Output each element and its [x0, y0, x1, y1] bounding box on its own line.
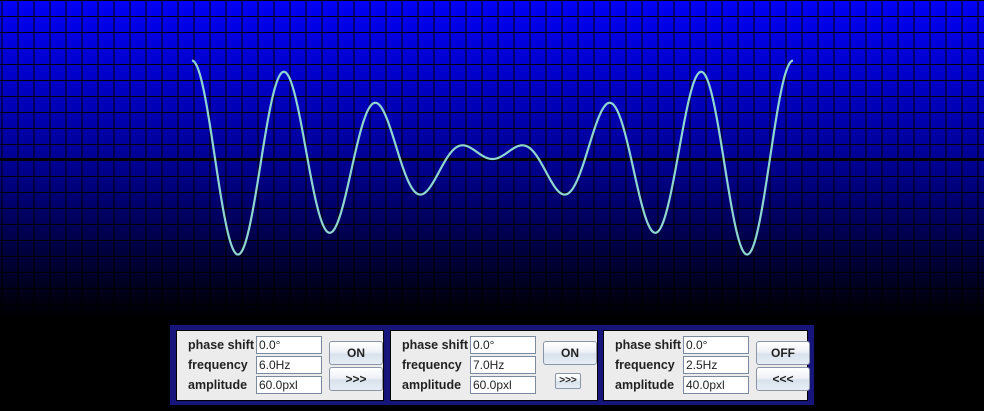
summed-waveform — [191, 59, 794, 256]
frequency-row: frequency 7.0Hz — [398, 356, 558, 375]
toggle-button[interactable]: OFF — [756, 341, 810, 365]
amplitude-field[interactable]: 60.0pxl — [256, 376, 322, 394]
frequency-field[interactable]: 7.0Hz — [470, 356, 536, 374]
toggle-button[interactable]: ON — [543, 341, 597, 365]
direction-button[interactable]: >>> — [329, 367, 383, 391]
frequency-field[interactable]: 6.0Hz — [256, 356, 322, 374]
amplitude-row: amplitude 60.0pxl — [398, 376, 558, 395]
phase-label: phase shift — [615, 338, 681, 352]
toggle-button[interactable]: ON — [329, 341, 383, 365]
direction-button[interactable]: >>> — [555, 373, 581, 389]
controls-bar: phase shift 0.0° frequency 6.0Hz amplitu… — [170, 325, 814, 405]
phase-field[interactable]: 0.0° — [256, 336, 322, 354]
phase-label: phase shift — [188, 338, 254, 352]
amplitude-row: amplitude 40.0pxl — [611, 376, 771, 395]
phase-row: phase shift 0.0° — [398, 336, 558, 355]
amplitude-field[interactable]: 60.0pxl — [470, 376, 536, 394]
phase-row: phase shift 0.0° — [184, 336, 344, 355]
frequency-field[interactable]: 2.5Hz — [683, 356, 749, 374]
frequency-label: frequency — [188, 358, 248, 372]
frequency-row: frequency 2.5Hz — [611, 356, 771, 375]
phase-row: phase shift 0.0° — [611, 336, 771, 355]
amplitude-label: amplitude — [188, 378, 248, 392]
direction-button[interactable]: <<< — [756, 367, 810, 391]
amplitude-row: amplitude 60.0pxl — [184, 376, 344, 395]
frequency-label: frequency — [402, 358, 462, 372]
wave-panel-1: phase shift 0.0° frequency 6.0Hz amplitu… — [176, 330, 384, 401]
amplitude-label: amplitude — [402, 378, 462, 392]
wave-panel-3: phase shift 0.0° frequency 2.5Hz amplitu… — [603, 330, 810, 401]
amplitude-label: amplitude — [615, 378, 675, 392]
wave-panel-2: phase shift 0.0° frequency 7.0Hz amplitu… — [390, 330, 598, 401]
phase-field[interactable]: 0.0° — [683, 336, 749, 354]
amplitude-field[interactable]: 40.0pxl — [683, 376, 749, 394]
frequency-row: frequency 6.0Hz — [184, 356, 344, 375]
waveform-plot — [0, 0, 984, 320]
frequency-label: frequency — [615, 358, 675, 372]
phase-label: phase shift — [402, 338, 468, 352]
phase-field[interactable]: 0.0° — [470, 336, 536, 354]
